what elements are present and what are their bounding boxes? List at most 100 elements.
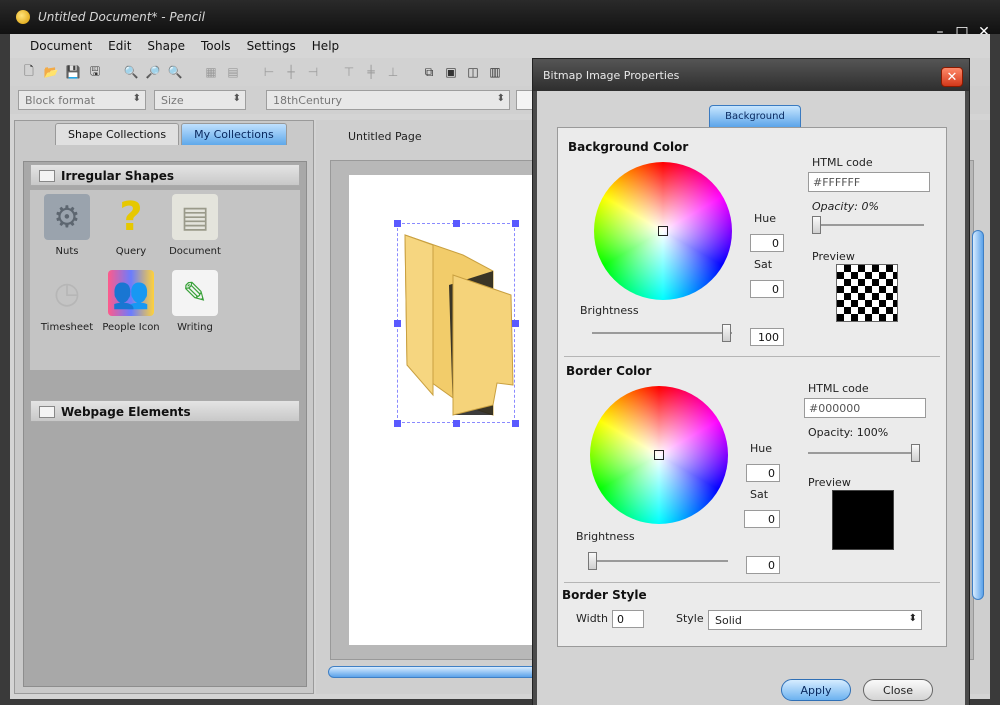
resize-handle[interactable] — [512, 220, 519, 227]
border-brightness-track[interactable] — [588, 560, 728, 562]
shape-label: Timesheet — [40, 322, 94, 333]
align-middle-icon[interactable]: ╪ — [362, 63, 380, 81]
background-brightness-input[interactable]: 100 — [750, 328, 784, 346]
border-sat-input[interactable]: 0 — [744, 510, 780, 528]
dialog-panel: Background Color Hue 0 Sat 0 Brightness … — [557, 127, 947, 647]
border-style-select[interactable]: Solid ⬍ — [708, 610, 922, 630]
resize-handle[interactable] — [512, 320, 519, 327]
background-brightness-thumb[interactable] — [722, 324, 731, 342]
dialog-close-button[interactable]: ✕ — [941, 67, 963, 87]
shape-writing[interactable]: ✎ Writing — [164, 270, 226, 333]
font-size-select[interactable]: Size ⬍ — [154, 90, 246, 110]
collections-panel: Shape Collections My Collections Irregul… — [14, 120, 314, 694]
font-family-value: 18thCentury — [273, 94, 343, 107]
menu-bar: Document Edit Shape Tools Settings Help — [10, 34, 990, 58]
tab-shape-collections[interactable]: Shape Collections — [55, 123, 180, 145]
block-format-select[interactable]: Block format ⬍ — [18, 90, 146, 110]
nuts-icon: ⚙ — [44, 194, 90, 240]
menu-tools[interactable]: Tools — [193, 34, 239, 58]
bring-to-front-icon[interactable]: ⧉ — [420, 63, 438, 81]
export-icon[interactable]: 🖫 — [86, 63, 104, 81]
font-family-select[interactable]: 18thCentury ⬍ — [266, 90, 510, 110]
resize-handle[interactable] — [453, 420, 460, 427]
shape-label: Query — [115, 246, 147, 257]
background-brightness-track[interactable] — [592, 332, 732, 334]
background-hue-input[interactable]: 0 — [750, 234, 784, 252]
document-icon: ▤ — [172, 194, 218, 240]
background-opacity-track[interactable] — [812, 224, 924, 226]
border-color-picker-cursor[interactable] — [654, 450, 664, 460]
dialog-title-bar: Bitmap Image Properties — [533, 59, 969, 91]
save-icon[interactable]: 💾 — [64, 63, 82, 81]
menu-settings[interactable]: Settings — [239, 34, 304, 58]
font-size-value: Size — [161, 94, 184, 107]
menu-help[interactable]: Help — [304, 34, 347, 58]
ungroup-icon[interactable]: ▤ — [224, 63, 242, 81]
apply-button[interactable]: Apply — [781, 679, 851, 701]
border-style-title: Border Style — [562, 588, 647, 602]
page-tab[interactable]: Untitled Page — [348, 130, 422, 143]
align-right-icon[interactable]: ⊣ — [304, 63, 322, 81]
background-brightness-label: Brightness — [580, 304, 639, 317]
group-irregular-shapes[interactable]: Irregular Shapes — [30, 164, 300, 186]
background-sat-label: Sat — [754, 258, 773, 271]
tab-background[interactable]: Background — [709, 105, 801, 127]
bring-forward-icon[interactable]: ▣ — [442, 63, 460, 81]
send-to-back-icon[interactable]: ▥ — [486, 63, 504, 81]
border-html-code-input[interactable]: #000000 — [804, 398, 926, 418]
pencil-app-icon — [16, 10, 30, 24]
group-webpage-elements[interactable]: Webpage Elements — [30, 400, 300, 422]
shape-timesheet[interactable]: ◷ Timesheet — [36, 270, 98, 334]
shape-document[interactable]: ▤ Document — [164, 194, 226, 257]
menu-document[interactable]: Document — [22, 34, 100, 58]
resize-handle[interactable] — [394, 420, 401, 427]
zoom-in-icon[interactable]: 🔍 — [122, 63, 140, 81]
border-brightness-thumb[interactable] — [588, 552, 597, 570]
dialog-body: Background Background Color Hue 0 Sat 0 … — [537, 91, 965, 711]
align-top-icon[interactable]: ⊤ — [340, 63, 358, 81]
border-width-input[interactable]: 0 — [612, 610, 644, 628]
resize-handle[interactable] — [512, 420, 519, 427]
zoom-out-icon[interactable]: 🔍 — [166, 63, 184, 81]
open-folder-icon[interactable]: 📂 — [42, 63, 60, 81]
menu-edit[interactable]: Edit — [100, 34, 139, 58]
background-html-code-input[interactable]: #FFFFFF — [808, 172, 930, 192]
border-opacity-track[interactable] — [808, 452, 920, 454]
align-bottom-icon[interactable]: ⊥ — [384, 63, 402, 81]
background-sat-input[interactable]: 0 — [750, 280, 784, 298]
zoom-actual-icon[interactable]: 🔎 — [144, 63, 162, 81]
resize-handle[interactable] — [453, 220, 460, 227]
border-brightness-label: Brightness — [576, 530, 635, 543]
border-hue-input[interactable]: 0 — [746, 464, 780, 482]
horizontal-scrollbar[interactable] — [328, 666, 538, 678]
menu-shape[interactable]: Shape — [139, 34, 193, 58]
group-icon[interactable]: ▦ — [202, 63, 220, 81]
background-color-picker-cursor[interactable] — [658, 226, 668, 236]
vertical-scrollbar[interactable] — [972, 230, 984, 600]
collection-tabs: Shape Collections My Collections — [55, 123, 287, 145]
background-opacity-thumb[interactable] — [812, 216, 821, 234]
border-opacity-thumb[interactable] — [911, 444, 920, 462]
shape-nuts[interactable]: ⚙ Nuts — [36, 194, 98, 257]
close-icon: ✕ — [946, 70, 958, 85]
collection-folder-icon — [39, 170, 55, 182]
chevron-down-icon: ⬍ — [232, 93, 241, 104]
question-icon: ? — [119, 194, 143, 240]
shape-query[interactable]: ? Query — [100, 194, 162, 257]
chevron-down-icon: ⬍ — [132, 93, 141, 104]
align-left-icon[interactable]: ⊢ — [260, 63, 278, 81]
send-backward-icon[interactable]: ◫ — [464, 63, 482, 81]
new-document-icon[interactable]: 🗋 — [20, 63, 38, 81]
border-html-code-label: HTML code — [808, 382, 869, 395]
desktop-background — [0, 705, 1000, 724]
shape-people-icon[interactable]: 👥 People Icon — [100, 270, 162, 333]
border-brightness-input[interactable]: 0 — [746, 556, 780, 574]
resize-handle[interactable] — [394, 320, 401, 327]
block-format-value: Block format — [25, 94, 95, 107]
align-center-icon[interactable]: ┼ — [282, 63, 300, 81]
close-button[interactable]: Close — [863, 679, 933, 701]
tab-my-collections[interactable]: My Collections — [181, 123, 287, 145]
group-title: Irregular Shapes — [61, 169, 175, 183]
resize-handle[interactable] — [394, 220, 401, 227]
collection-body: Irregular Shapes ⚙ Nuts ? Query ▤ Docume… — [23, 161, 307, 687]
